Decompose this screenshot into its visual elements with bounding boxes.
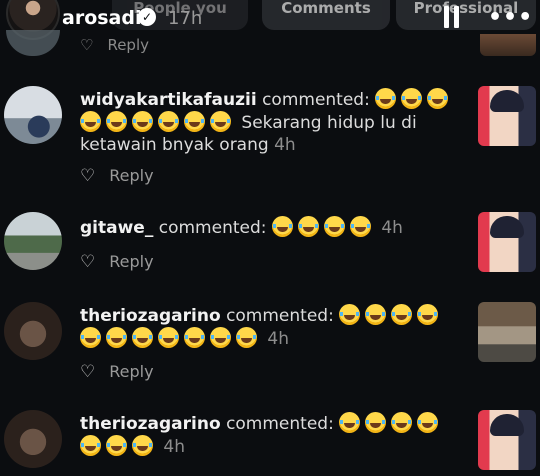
face-with-tears-of-joy-icon: [132, 111, 153, 132]
face-with-tears-of-joy-icon: [106, 327, 127, 348]
comment-username[interactable]: widyakartikafauzii: [80, 90, 257, 110]
post-thumbnail[interactable]: [480, 34, 536, 56]
avatar: [6, 30, 60, 56]
face-with-tears-of-joy-icon: [349, 216, 371, 237]
face-with-tears-of-joy-icon: [106, 435, 127, 456]
reply-button[interactable]: ♡ Reply: [80, 36, 149, 54]
post-thumbnail[interactable]: [478, 212, 536, 272]
face-with-tears-of-joy-icon: [271, 216, 293, 237]
face-with-tears-of-joy-icon: [417, 412, 439, 433]
reply-button[interactable]: ♡ Reply: [80, 252, 154, 272]
comment-body: Sekarang hidup lu di ketawain bnyak oran…: [80, 113, 417, 155]
face-with-tears-of-joy-icon: [365, 304, 387, 325]
comment-time: 4h: [381, 218, 403, 238]
avatar[interactable]: [4, 410, 62, 468]
author-username[interactable]: arosadi: [62, 7, 142, 29]
heart-outline-icon[interactable]: ♡: [80, 362, 95, 382]
face-with-tears-of-joy-icon: [106, 111, 127, 132]
heart-outline-icon[interactable]: ♡: [80, 36, 93, 54]
heart-outline-icon[interactable]: ♡: [80, 166, 95, 186]
comment-time: 4h: [267, 329, 289, 349]
post-thumbnail[interactable]: [478, 302, 536, 362]
face-with-tears-of-joy-icon: [339, 412, 361, 433]
post-thumbnail[interactable]: [478, 86, 536, 146]
face-with-tears-of-joy-icon: [297, 216, 319, 237]
face-with-tears-of-joy-icon: [132, 435, 153, 456]
reply-button[interactable]: ♡ Reply: [80, 362, 154, 382]
face-with-tears-of-joy-icon: [339, 304, 361, 325]
face-with-tears-of-joy-icon: [158, 327, 179, 348]
comment-text: widyakartikafauzii commented: Sekarang h…: [80, 88, 465, 156]
face-with-tears-of-joy-icon: [210, 327, 231, 348]
comment-text: theriozagarino commented: 4h: [80, 412, 465, 458]
post-time: 17h: [168, 8, 203, 29]
face-with-tears-of-joy-icon: [391, 412, 413, 433]
face-with-tears-of-joy-icon: [417, 304, 439, 325]
face-with-tears-of-joy-icon: [236, 327, 257, 348]
heart-outline-icon[interactable]: ♡: [80, 252, 95, 272]
face-with-tears-of-joy-icon: [184, 327, 205, 348]
face-with-tears-of-joy-icon: [375, 88, 397, 109]
pause-icon[interactable]: [444, 6, 460, 28]
face-with-tears-of-joy-icon: [132, 327, 153, 348]
comment-username[interactable]: gitawe_: [80, 218, 153, 238]
face-with-tears-of-joy-icon: [80, 111, 101, 132]
face-with-tears-of-joy-icon: [401, 88, 423, 109]
face-with-tears-of-joy-icon: [184, 111, 205, 132]
face-with-tears-of-joy-icon: [80, 327, 101, 348]
face-with-tears-of-joy-icon: [158, 111, 179, 132]
more-icon[interactable]: •••: [488, 5, 533, 30]
face-with-tears-of-joy-icon: [210, 111, 231, 132]
comment-username[interactable]: theriozagarino: [80, 414, 221, 434]
face-with-tears-of-joy-icon: [323, 216, 345, 237]
reply-button[interactable]: ♡ Reply: [80, 166, 154, 186]
chip-comments[interactable]: Comments: [262, 0, 390, 30]
comment-text: gitawe_ commented: 4h: [80, 216, 403, 238]
face-with-tears-of-joy-icon: [391, 304, 413, 325]
comment-time: 4h: [274, 135, 296, 155]
avatar[interactable]: [4, 86, 62, 144]
face-with-tears-of-joy-icon: [365, 412, 387, 433]
face-with-tears-of-joy-icon: [427, 88, 449, 109]
avatar[interactable]: [4, 212, 62, 270]
avatar[interactable]: [4, 302, 62, 360]
verified-badge-icon: ✓: [138, 8, 156, 26]
comment-username[interactable]: theriozagarino: [80, 306, 221, 326]
face-with-tears-of-joy-icon: [80, 435, 101, 456]
comment-time: 4h: [163, 437, 185, 457]
post-thumbnail[interactable]: [478, 410, 536, 470]
comment-text: theriozagarino commented: 4h: [80, 304, 465, 350]
